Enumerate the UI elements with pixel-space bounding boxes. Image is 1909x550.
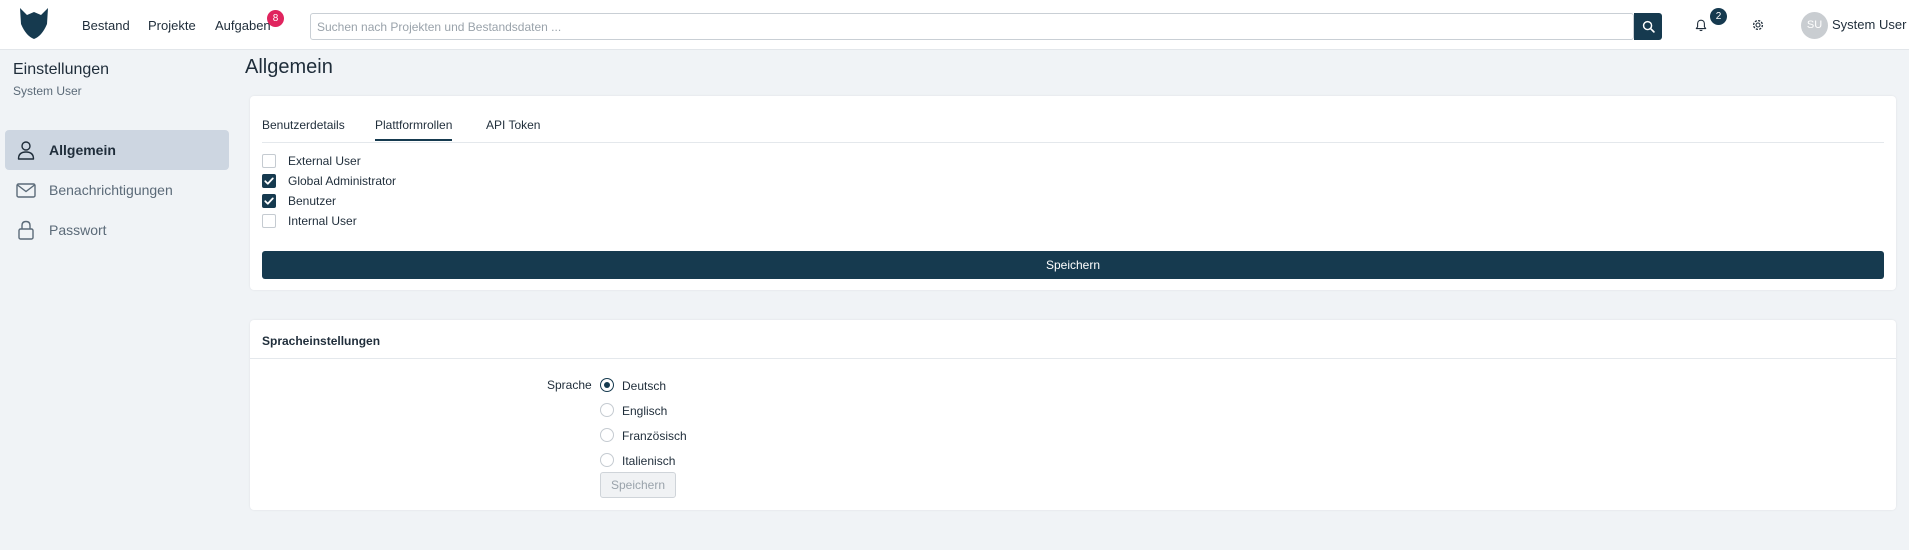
sidebar-item-passwort[interactable]: Passwort [5,210,229,250]
settings-button[interactable] [1747,14,1769,36]
checkmark-icon [264,197,274,205]
user-menu-name[interactable]: System User [1832,17,1906,32]
checkbox-label: External User [288,154,361,168]
sidebar-item-label: Passwort [49,222,107,238]
sidebar-item-label: Allgemein [49,142,116,158]
mail-icon [16,183,36,198]
fox-logo-icon[interactable] [18,6,50,40]
top-navigation-bar: Bestand Projekte Aufgaben 8 2 SU System … [0,0,1909,50]
checkbox-checked[interactable] [262,194,276,208]
search-field [310,13,1634,40]
section-divider [250,358,1896,359]
tab-api-token[interactable]: API Token [486,118,540,139]
page-title: Allgemein [245,56,333,78]
nav-link-aufgaben[interactable]: Aufgaben [215,18,271,33]
nav-link-projekte[interactable]: Projekte [148,18,196,33]
radio[interactable] [600,403,614,417]
tab-benutzerdetails[interactable]: Benutzerdetails [262,118,345,139]
radio-label: Englisch [622,404,668,418]
tasks-count-badge: 8 [267,10,284,27]
language-field-label: Sprache [547,378,592,392]
section-title: Spracheinstellungen [262,334,381,348]
sidebar-title: Einstellungen [13,61,110,78]
tab-divider [262,142,1884,143]
user-icon [17,141,35,160]
checkbox[interactable] [262,154,276,168]
sidebar-subtitle: System User [13,84,82,98]
radio-label: Französisch [622,429,687,443]
nav-link-bestand[interactable]: Bestand [82,18,130,33]
radio[interactable] [600,428,614,442]
save-language-button[interactable]: Speichern [600,472,676,498]
checkmark-icon [264,177,274,185]
checkbox-label: Global Administrator [288,174,397,188]
radio-label: Deutsch [622,379,667,393]
gear-icon [1752,19,1764,31]
notifications-button[interactable] [1690,14,1712,36]
search-icon [1642,20,1655,33]
sidebar-item-label: Benachrichtigungen [49,182,173,198]
radio-label: Italienisch [622,454,676,468]
sidebar-item-benachrichtigungen[interactable]: Benachrichtigungen [5,170,229,210]
search-button[interactable] [1634,13,1662,40]
checkbox[interactable] [262,214,276,228]
notifications-count-badge: 2 [1710,8,1727,25]
sidebar-item-allgemein[interactable]: Allgemein [5,130,229,170]
language-settings-card [250,320,1896,510]
lock-icon [18,220,34,240]
radio-selected[interactable] [600,378,614,392]
save-roles-button[interactable]: Speichern [262,251,1884,279]
checkbox-label: Benutzer [288,194,337,208]
bell-icon [1695,19,1707,31]
user-avatar[interactable]: SU [1801,12,1828,39]
checkbox-checked[interactable] [262,174,276,188]
checkbox-label: Internal User [288,214,357,228]
search-input[interactable] [311,14,1633,39]
tab-plattformrollen[interactable]: Plattformrollen [375,118,453,141]
radio[interactable] [600,453,614,467]
